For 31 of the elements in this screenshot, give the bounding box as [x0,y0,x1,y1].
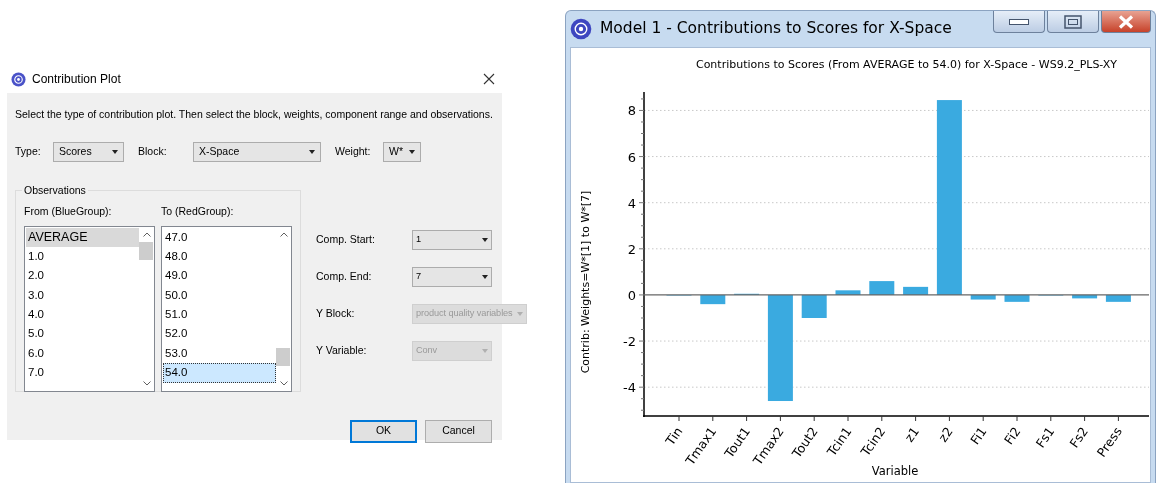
dropdown: product quality variables [412,303,527,324]
dropdown: Conv [412,340,492,361]
chart-title: Contributions to Scores (From AVERAGE to 54.0) for X-Space - WS9.2_PLS-XY [695,58,1118,71]
x-tick-label: z2 [935,424,956,445]
list-label: From (BlueGroup): [24,203,113,219]
x-tick-label: Fs1 [1032,424,1058,451]
field-label: Type: [15,143,42,159]
field-label: Comp. End: [316,268,373,284]
field-label: Y Block: [316,305,356,321]
field-label: Weight: [335,143,372,159]
x-tick-label: z1 [901,424,923,445]
y-tick-label: 0 [627,287,636,303]
y-tick-label: 8 [627,103,636,119]
field-label: Block: [138,143,168,159]
x-tick-label: Fi2 [1001,424,1024,448]
list-label: To (RedGroup): [161,203,235,219]
y-tick-label: 2 [627,241,636,257]
window-title: Model 1 - Contributions to Scores for X-Space [600,18,953,40]
y-tick-label: -2 [623,334,636,350]
y-tick-label: 6 [627,149,636,165]
x-axis-title: Variable [871,464,919,478]
dialog-title: Contribution Plot [32,71,122,88]
field-label: Comp. Start: [316,231,376,247]
y-axis-title: Contrib: Weights=W*[1] to W*[7] [579,190,592,374]
y-tick-label: 4 [627,195,636,211]
x-tick-label: Fs2 [1066,424,1092,451]
y-tick-label: -4 [623,380,636,396]
instruction-text: Select the type of contribution plot. Then select the block, weights, component range and observations. [15,107,494,122]
x-tick-label: Fi1 [967,424,990,448]
field-label: Y Variable: [316,342,368,358]
x-tick-label: Tin [662,424,686,448]
